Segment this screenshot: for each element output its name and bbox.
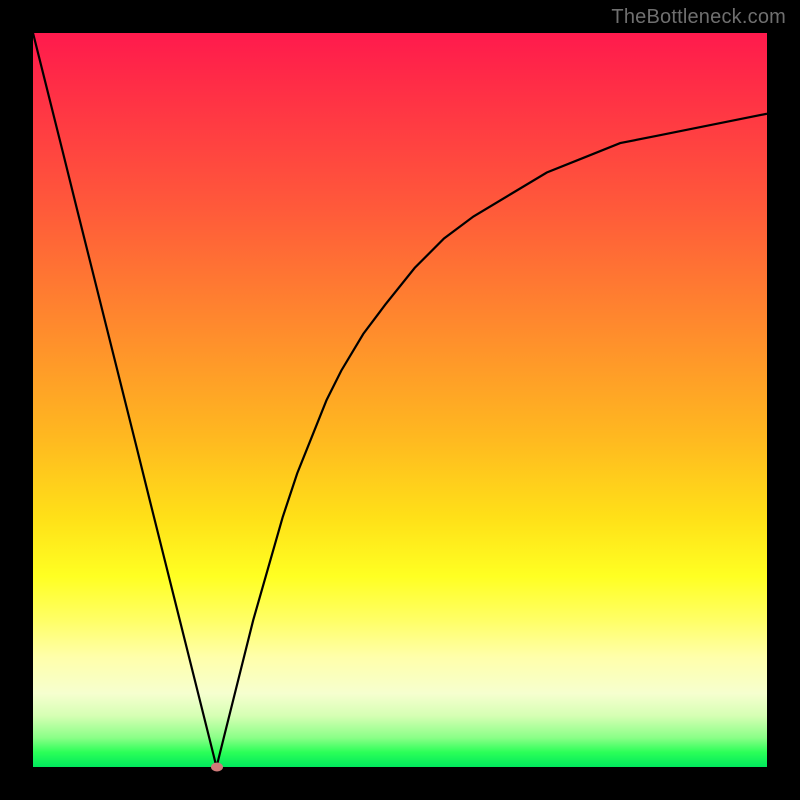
curve-path — [33, 33, 767, 767]
watermark-text: TheBottleneck.com — [611, 6, 786, 29]
plot-area — [33, 33, 767, 767]
chart-frame: TheBottleneck.com — [0, 0, 800, 800]
optimum-marker — [211, 763, 223, 772]
bottleneck-curve — [33, 33, 767, 767]
